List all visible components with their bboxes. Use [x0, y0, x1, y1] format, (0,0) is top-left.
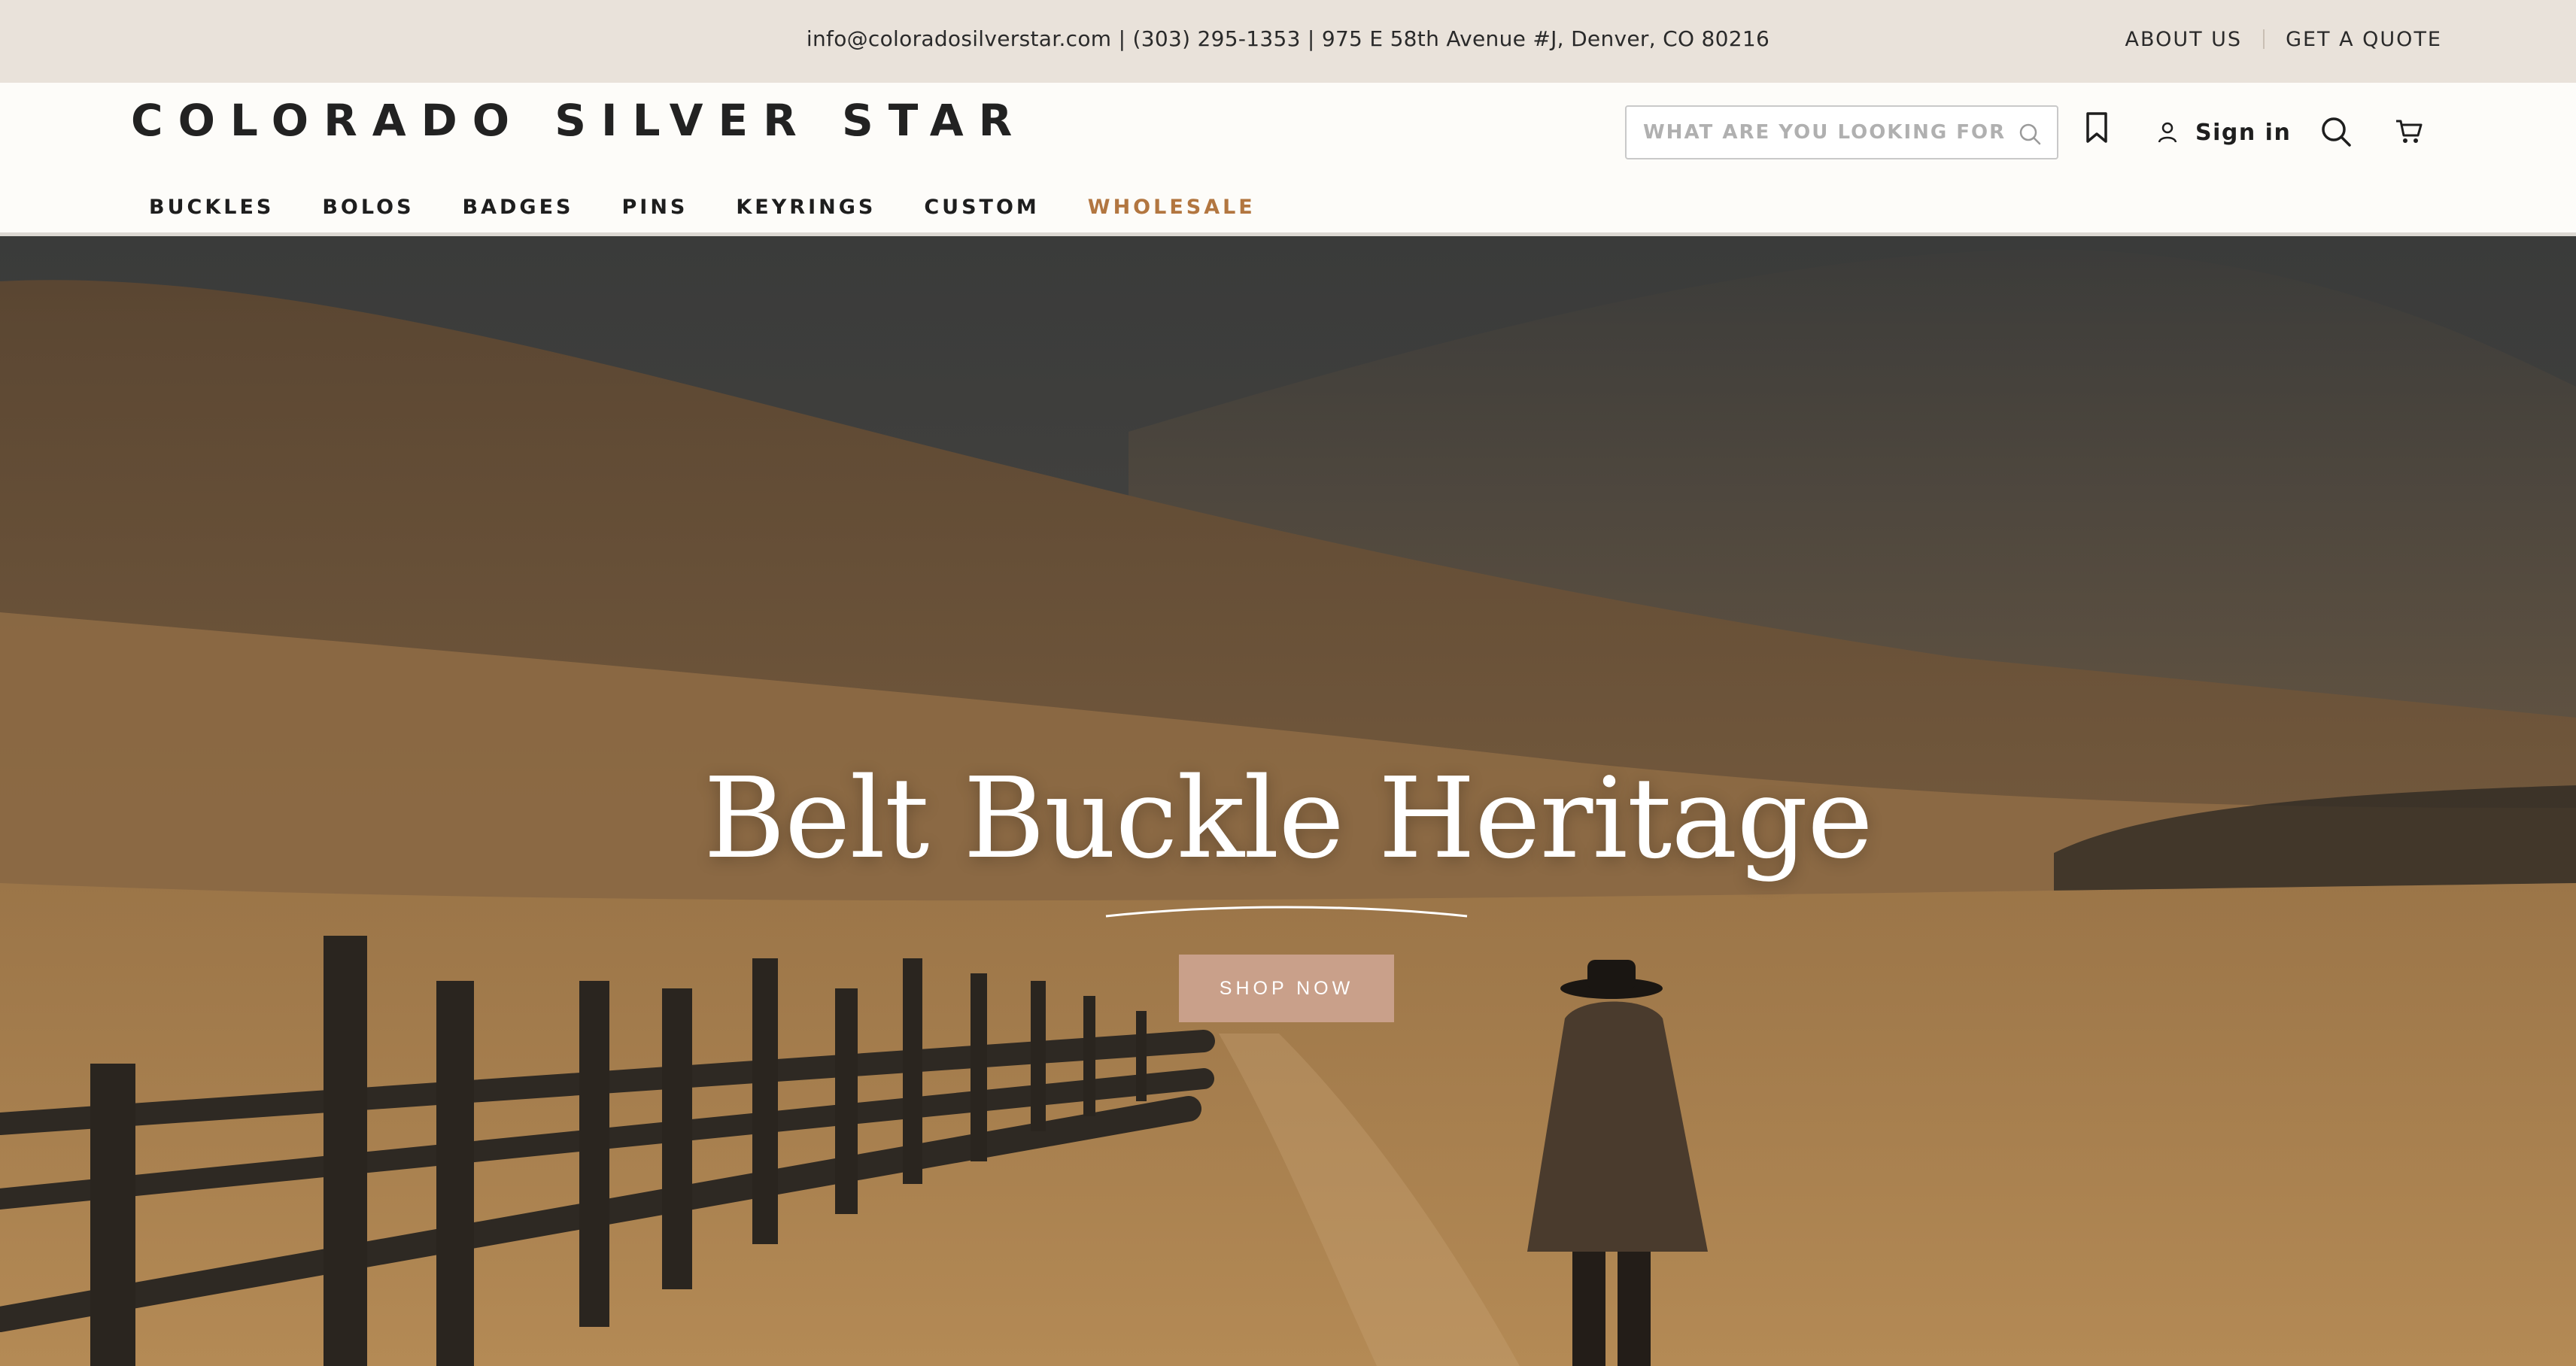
hero-banner: Belt Buckle Heritage SHOP NOW: [0, 236, 2576, 1366]
search-bar: [1625, 105, 2058, 159]
nav-item-keyrings[interactable]: KEYRINGS: [736, 196, 876, 219]
bookmark-icon[interactable]: [2084, 111, 2110, 144]
hero-title: Belt Buckle Heritage: [703, 754, 1873, 883]
nav-item-wholesale[interactable]: WHOLESALE: [1088, 196, 1256, 219]
nav-item-pins[interactable]: PINS: [621, 196, 688, 219]
sign-in-label: Sign in: [2195, 119, 2292, 146]
about-us-link[interactable]: ABOUT US: [2125, 28, 2243, 51]
search-icon[interactable]: [2320, 116, 2352, 147]
nav-item-badges[interactable]: BADGES: [463, 196, 574, 219]
shop-now-button[interactable]: SHOP NOW: [1179, 955, 1394, 1022]
user-icon: [2158, 122, 2177, 143]
nav-item-buckles[interactable]: BUCKLES: [149, 196, 274, 219]
search-input[interactable]: [1643, 107, 2004, 158]
search-icon[interactable]: [2018, 122, 2042, 146]
top-links: ABOUT US GET A QUOTE: [2125, 0, 2442, 78]
site-header: COLORADO SILVER STAR Sign in BUCKLES BOL…: [0, 83, 2576, 236]
get-a-quote-link[interactable]: GET A QUOTE: [2286, 28, 2442, 51]
site-logo[interactable]: COLORADO SILVER STAR: [131, 95, 1027, 146]
nav-item-custom[interactable]: CUSTOM: [924, 196, 1039, 219]
sign-in-button[interactable]: Sign in: [2156, 113, 2291, 152]
top-bar: info@coloradosilverstar.com | (303) 295-…: [0, 0, 2576, 83]
cart-icon[interactable]: [2395, 117, 2423, 146]
link-divider: [2263, 29, 2265, 49]
main-nav: BUCKLES BOLOS BADGES PINS KEYRINGS CUSTO…: [149, 196, 1304, 219]
title-underline: [1105, 906, 1468, 918]
nav-item-bolos[interactable]: BOLOS: [322, 196, 414, 219]
